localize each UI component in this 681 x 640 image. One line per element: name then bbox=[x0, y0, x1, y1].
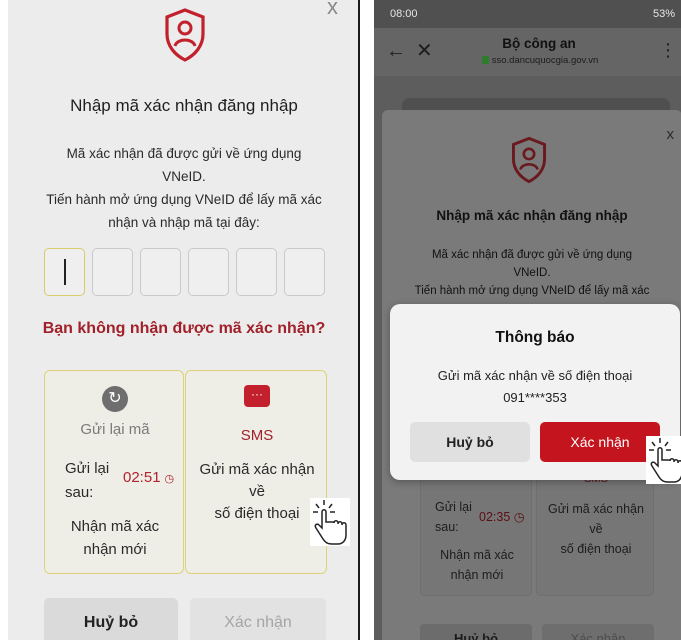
instruction-text: Mã xác nhận đã được gửi về ứng dụng VNeI… bbox=[414, 249, 650, 297]
dialog-message: Gửi mã xác nhận về số điện thoại bbox=[437, 368, 633, 383]
resend-after-label: Gửi lại sau: bbox=[65, 460, 110, 501]
sms-chat-icon: ··· bbox=[244, 385, 270, 407]
instruction-text: Mã xác nhận đã được gửi về ứng dụng VNeI… bbox=[46, 146, 322, 230]
screenshot-root: x Nhập mã xác nhận đăng nhập Mã xác nhận… bbox=[0, 0, 681, 640]
sms-option-card[interactable]: SMS Gửi mã xác nhận về số điện thoại bbox=[536, 470, 654, 596]
otp-digit-input[interactable] bbox=[92, 248, 133, 296]
resend-new-label: Nhận mã xác nhận mới bbox=[70, 518, 160, 558]
status-battery: 53% bbox=[652, 8, 675, 20]
status-bar: 08:00 53% bbox=[374, 0, 681, 28]
otp-digit-input[interactable] bbox=[284, 248, 325, 296]
tap-hand-icon bbox=[646, 436, 681, 484]
confirm-button[interactable]: Xác nhận bbox=[190, 598, 326, 640]
clock-icon: ◷ bbox=[510, 510, 525, 524]
shield-user-icon bbox=[165, 8, 205, 62]
lock-icon bbox=[481, 56, 489, 65]
resend-new-label: Nhận mã xác nhận mới bbox=[440, 548, 514, 582]
phone-screen-right: 08:00 53% ← ✕ Bộ công an sso.dancuquocgi… bbox=[374, 0, 681, 640]
cancel-button[interactable]: Huỷ bỏ bbox=[44, 598, 178, 640]
dialog-confirm-button[interactable]: Xác nhận bbox=[540, 422, 660, 462]
site-title: Bộ công an bbox=[502, 36, 576, 51]
shield-user-icon bbox=[511, 136, 547, 184]
otp-screen-left: x Nhập mã xác nhận đăng nhập Mã xác nhận… bbox=[8, 0, 360, 640]
more-vert-icon[interactable]: ⋮ bbox=[659, 40, 677, 61]
resend-title: Gửi lại mã bbox=[80, 421, 150, 438]
otp-digit-input[interactable] bbox=[140, 248, 181, 296]
otp-input-group bbox=[44, 248, 325, 296]
sms-description: Gửi mã xác nhận về số điện thoại bbox=[548, 502, 644, 556]
cancel-button[interactable]: Huỷ bỏ bbox=[420, 624, 532, 640]
arrow-left-icon[interactable]: ← bbox=[386, 40, 406, 63]
resend-code-card[interactable]: Gửi lại sau: 02:35 ◷ Nhận mã xác nhận mớ… bbox=[420, 470, 532, 596]
browser-toolbar: ← ✕ Bộ công an sso.dancuquocgia.gov.vn ⋮ bbox=[374, 28, 681, 76]
close-icon[interactable]: ✕ bbox=[416, 38, 433, 63]
resend-code-card[interactable]: ↻ Gửi lại mã Gửi lại sau: 02:51 ◷ Nhận mã… bbox=[44, 370, 184, 574]
close-icon[interactable]: x bbox=[327, 0, 338, 20]
sms-title: SMS bbox=[240, 427, 274, 444]
notification-dialog: Thông báo Gửi mã xác nhận về số điện tho… bbox=[390, 304, 680, 480]
dialog-title: Thông báo bbox=[495, 329, 575, 346]
clock-icon: ◷ bbox=[164, 473, 175, 485]
otp-digit-input[interactable] bbox=[188, 248, 229, 296]
page-title: Nhập mã xác nhận đăng nhập bbox=[70, 96, 298, 115]
no-code-heading: Bạn không nhận được mã xác nhận? bbox=[42, 320, 326, 337]
site-url[interactable]: sso.dancuquocgia.gov.vn bbox=[470, 55, 610, 66]
status-time: 08:00 bbox=[390, 8, 418, 20]
resend-after-label: Gửi lại sau: bbox=[435, 500, 472, 534]
otp-digit-input[interactable] bbox=[44, 248, 85, 296]
countdown-timer: 02:35 ◷ bbox=[479, 510, 525, 524]
otp-digit-input[interactable] bbox=[236, 248, 277, 296]
refresh-icon: ↻ bbox=[102, 386, 128, 412]
close-icon[interactable]: x bbox=[667, 126, 675, 143]
masked-phone-number: 091****353 bbox=[503, 390, 567, 405]
dialog-cancel-button[interactable]: Huỷ bỏ bbox=[410, 422, 530, 462]
confirm-button[interactable]: Xác nhận bbox=[542, 624, 654, 640]
countdown-timer: 02:51 ◷ bbox=[123, 469, 175, 486]
sms-description: Gửi mã xác nhận về số điện thoại bbox=[199, 461, 315, 522]
tap-hand-icon bbox=[310, 498, 350, 546]
sms-option-card[interactable]: ··· SMS Gửi mã xác nhận về số điện thoại bbox=[185, 370, 327, 574]
page-title: Nhập mã xác nhận đăng nhập bbox=[436, 208, 628, 223]
